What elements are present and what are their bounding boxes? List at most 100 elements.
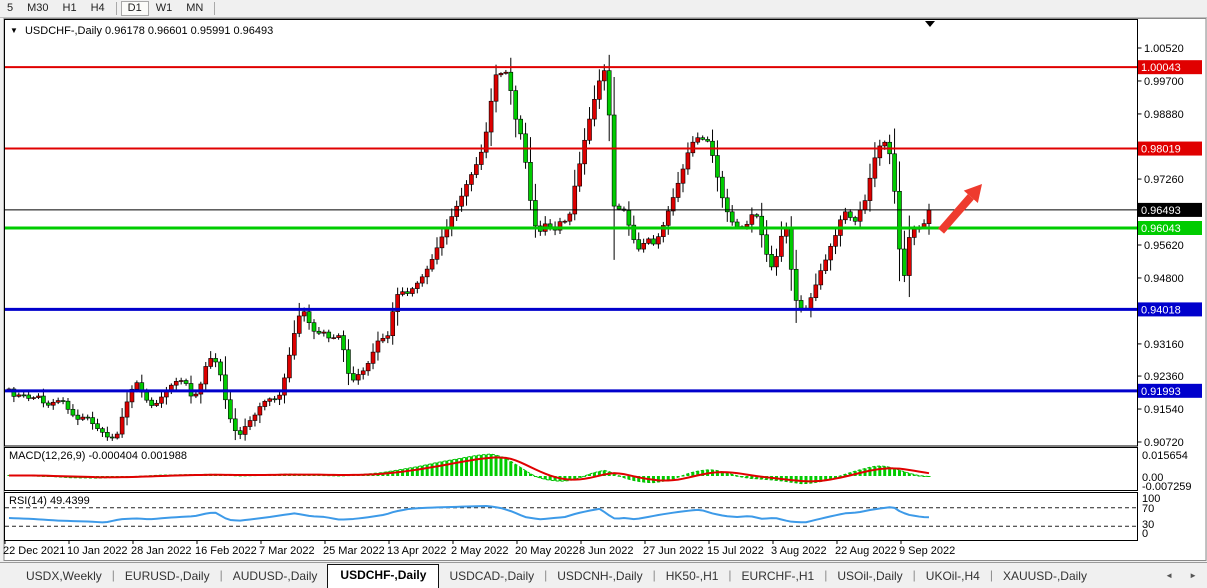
candle-bull [578, 164, 582, 186]
candle-bull [819, 271, 823, 285]
candle-bull [666, 211, 670, 225]
candle-bull [297, 316, 301, 333]
symbol-tab-xauusd-daily[interactable]: XAUUSD-,Daily [993, 566, 1097, 588]
candle-bull [642, 243, 646, 249]
candle-bull [814, 285, 818, 298]
candle-bear [902, 249, 906, 276]
timeframe-button-h4[interactable]: H4 [84, 1, 112, 16]
chart-canvas[interactable]: 1.005200.997000.988800.972600.956200.948… [0, 0, 1207, 588]
candle-bear [706, 139, 710, 141]
candle-bull [583, 140, 587, 164]
candle-bull [809, 298, 813, 309]
tabbar-scroll-right-icon[interactable]: ► [1189, 571, 1197, 580]
timeframe-button-m30[interactable]: M30 [20, 1, 55, 16]
timeframe-button-d1[interactable]: D1 [121, 1, 149, 16]
candle-bear [76, 415, 80, 419]
candle-bear [897, 191, 901, 249]
candle-bull [204, 366, 208, 384]
date-tick-label: 15 Jul 2022 [707, 545, 764, 557]
candle-bull [868, 178, 872, 200]
toolbar-separator [214, 2, 215, 15]
candle-bear [223, 375, 227, 400]
candle-bear [509, 72, 513, 90]
candle-bull [263, 401, 267, 406]
date-tick-label: 10 Jan 2022 [67, 545, 128, 557]
candle-bear [765, 235, 769, 254]
macd-histogram-bar [411, 467, 414, 476]
candle-bull [450, 217, 454, 227]
symbol-tab-usdx-weekly[interactable]: USDX,Weekly [16, 566, 112, 588]
candle-bear [848, 212, 852, 218]
candle-bull [834, 235, 838, 246]
price-tick-label: 0.92360 [1144, 371, 1184, 383]
macd-histogram-bar [499, 457, 502, 476]
candle-bull [656, 237, 660, 244]
macd-histogram-bar [529, 474, 532, 476]
macd-histogram-bar [898, 470, 901, 476]
timeframe-button-mn[interactable]: MN [179, 1, 210, 16]
candle-bear [637, 240, 641, 249]
candle-bear [760, 216, 764, 235]
symbol-tab-usdcnh-daily[interactable]: USDCNH-,Daily [547, 566, 652, 588]
candle-bull [691, 142, 695, 153]
candle-bear [312, 323, 316, 332]
macd-histogram-bar [908, 473, 911, 476]
date-tick-label: 27 Jun 2022 [643, 545, 704, 557]
candle-bear [41, 396, 45, 403]
chart-ohlc-values: 0.96178 0.96601 0.95991 0.96493 [105, 25, 273, 37]
symbol-tab-usdcad-daily[interactable]: USDCAD-,Daily [439, 566, 544, 588]
candle-bull [671, 198, 675, 211]
symbol-tab-eurchf-h1[interactable]: EURCHF-,H1 [732, 566, 825, 588]
candle-bear [715, 156, 719, 178]
symbol-tab-eurusd-daily[interactable]: EURUSD-,Daily [115, 566, 220, 588]
date-tick-label: 13 Apr 2022 [387, 545, 446, 557]
candle-bear [351, 373, 355, 380]
symbol-tab-usoil-daily[interactable]: USOil-,Daily [827, 566, 912, 588]
macd-histogram-bar [504, 458, 507, 476]
candle-bull [779, 236, 783, 256]
timeframe-button-5[interactable]: 5 [0, 1, 20, 16]
symbol-tab-audusd-daily[interactable]: AUDUSD-,Daily [223, 566, 328, 588]
candle-bull [248, 421, 252, 427]
candle-bear [789, 227, 793, 269]
symbol-tab-hk50-h1[interactable]: HK50-,H1 [656, 566, 729, 588]
candle-bull [356, 374, 360, 380]
timeframe-button-w1[interactable]: W1 [149, 1, 180, 16]
candle-bull [824, 260, 828, 271]
timeframe-button-h1[interactable]: H1 [56, 1, 84, 16]
candle-bear [61, 401, 65, 402]
candle-bull [494, 75, 498, 101]
price-tick-label: 0.90720 [1144, 437, 1184, 449]
candle-bull [774, 256, 778, 266]
date-tick-label: 2 May 2022 [451, 545, 508, 557]
symbol-tab-ukoil-h4[interactable]: UKOil-,H4 [916, 566, 990, 588]
candle-bull [440, 237, 444, 248]
price-badge-label: 0.96493 [1141, 205, 1181, 217]
candle-bull [401, 292, 405, 295]
candle-bear [519, 119, 523, 134]
macd-histogram-bar [519, 468, 522, 476]
candle-bear [627, 210, 631, 225]
tabbar-scroll-left-icon[interactable]: ◄ [1165, 571, 1173, 580]
candle-bull [159, 397, 163, 403]
candle-bull [435, 248, 439, 260]
symbol-tab-usdchf-daily[interactable]: USDCHF-,Daily [327, 564, 439, 588]
rsi-indicator-label: RSI(14) 49.4399 [9, 495, 90, 507]
macd-histogram-bar [421, 466, 424, 476]
candle-bull [750, 215, 754, 225]
macd-axis-label: 0.015654 [1142, 450, 1188, 462]
macd-histogram-bar [878, 466, 881, 476]
date-tick-label: 22 Aug 2022 [835, 545, 897, 557]
candle-bull [51, 402, 55, 405]
date-tick-label: 20 May 2022 [515, 545, 579, 557]
candle-bear [110, 437, 114, 438]
candle-bull [302, 312, 306, 316]
macd-axis-label: -0.007259 [1142, 481, 1192, 493]
price-tick-label: 0.99700 [1144, 76, 1184, 88]
candle-bear [651, 239, 655, 244]
macd-histogram-bar [455, 459, 458, 476]
candle-bull [469, 175, 473, 185]
macd-histogram-bar [583, 476, 586, 477]
price-tick-label: 0.97260 [1144, 174, 1184, 186]
candle-bull [597, 81, 601, 99]
